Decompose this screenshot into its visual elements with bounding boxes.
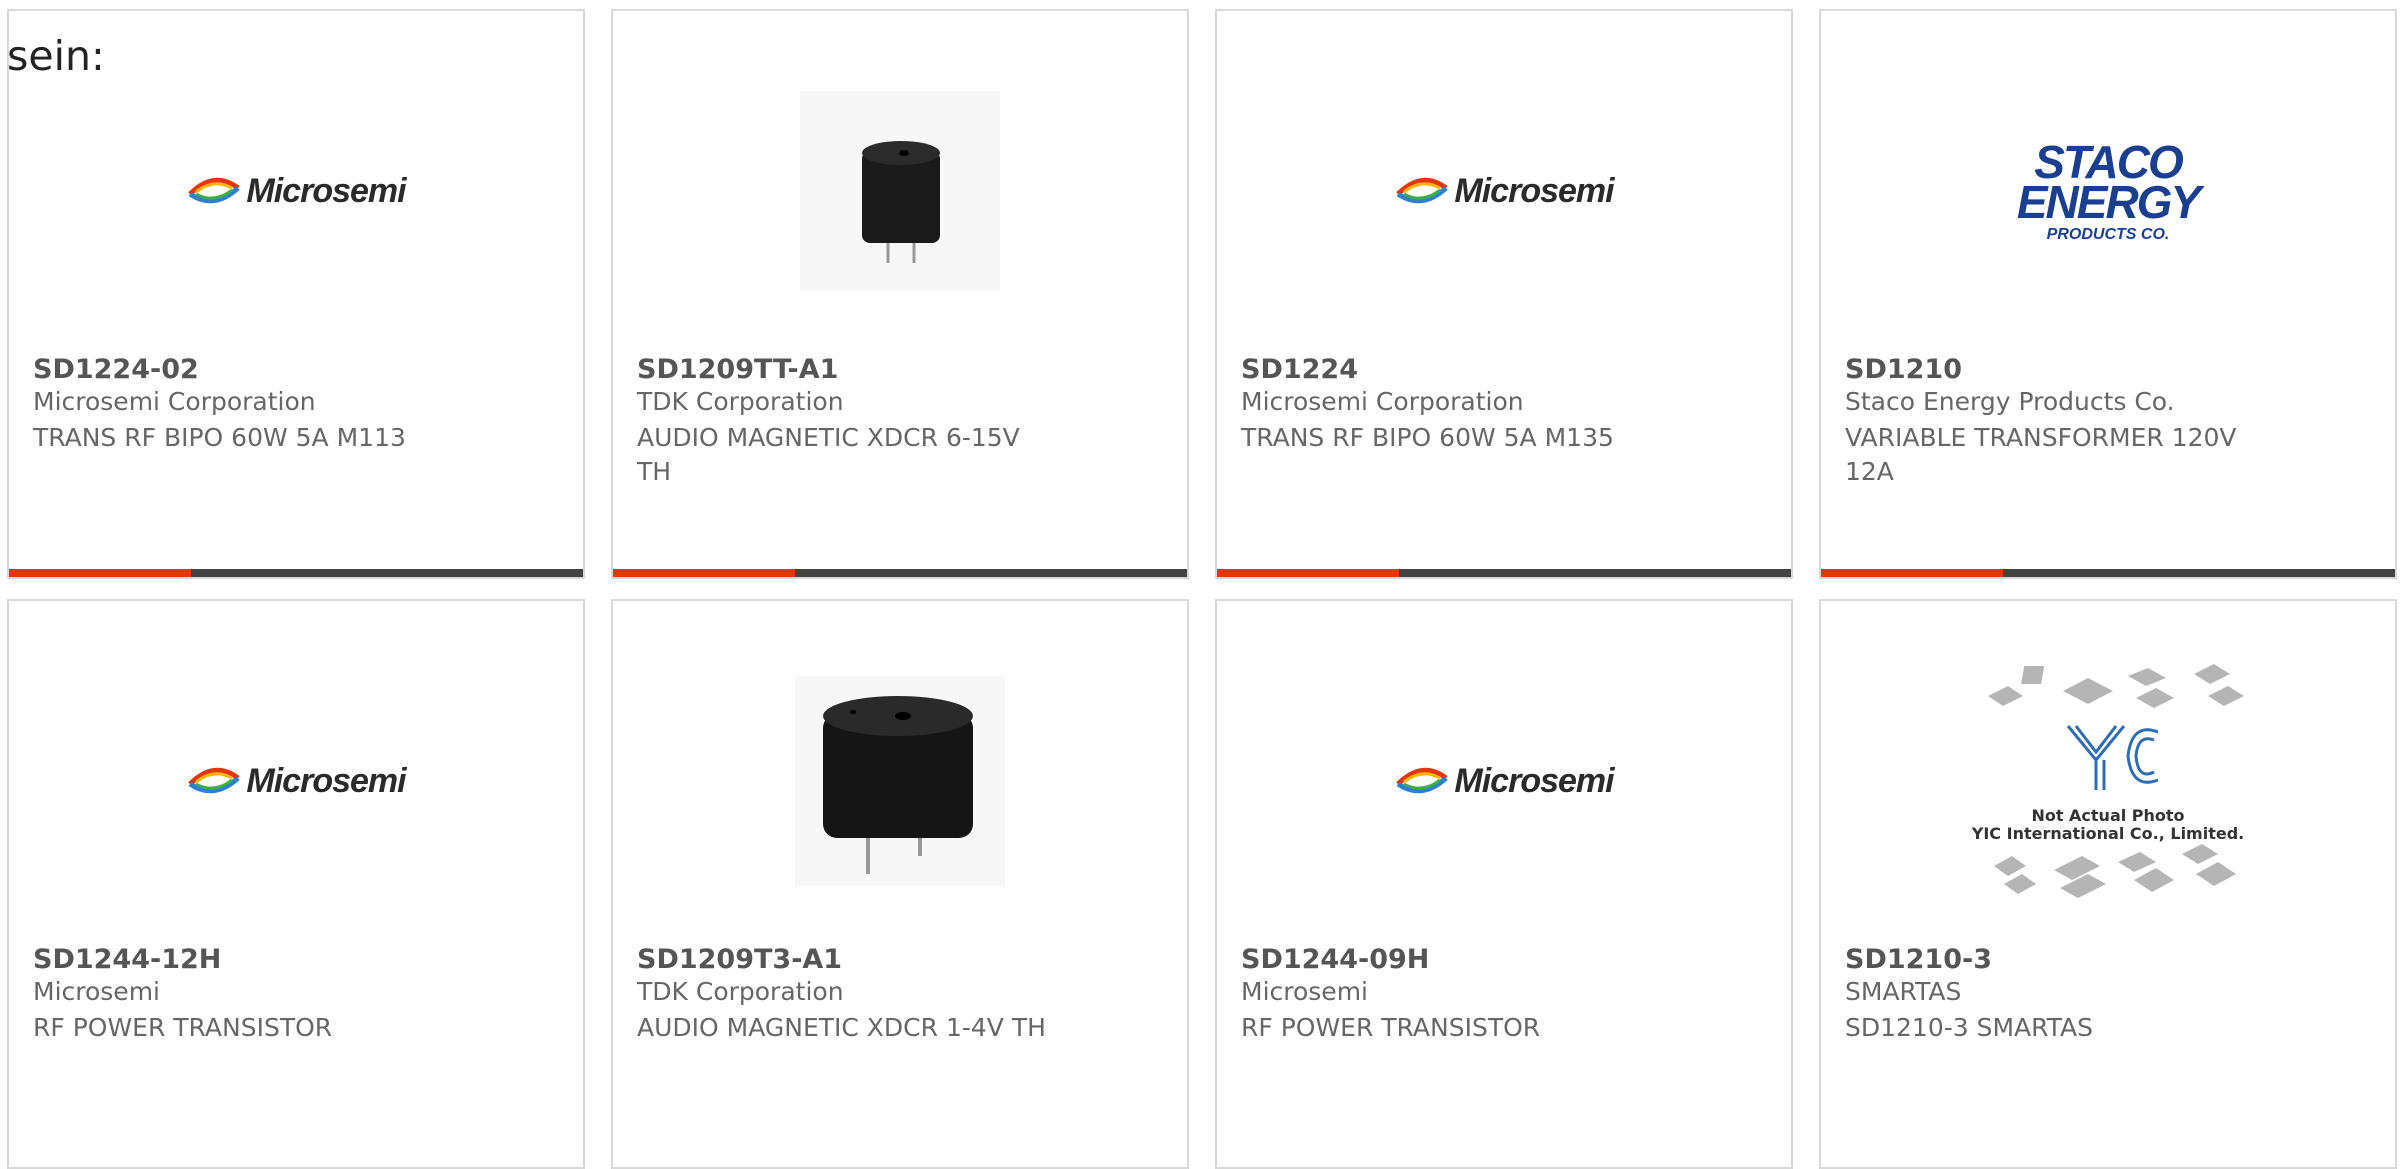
manufacturer: TDK Corporation — [637, 387, 844, 416]
description: VARIABLE TRANSFORMER 120V 12A — [1845, 423, 2237, 486]
chip-cluster-icon — [1988, 664, 2244, 898]
description: RF POWER TRANSISTOR — [33, 1013, 333, 1042]
microsemi-wordmark: Microsemi — [246, 171, 406, 210]
part-number[interactable]: SD1224-02 — [33, 354, 199, 385]
microsemi-wordmark: Microsemi — [246, 761, 406, 800]
product-card[interactable]: Microsemi SD1224 Microsemi Corporation T… — [1215, 9, 1793, 579]
microsemi-swirl-icon — [1396, 177, 1449, 204]
description: AUDIO MAGNETIC XDCR 6-15V TH — [637, 423, 1020, 486]
microsemi-wordmark: Microsemi — [1454, 761, 1614, 800]
manufacturer: SMARTAS — [1845, 977, 1962, 1006]
card-bar — [613, 569, 1187, 577]
buzzer-icon — [800, 91, 1000, 291]
manufacturer: Microsemi — [33, 977, 160, 1006]
buzzer-photo — [613, 71, 1187, 311]
microsemi-swirl-icon — [188, 177, 241, 204]
yic-caption-line2: YIC International Co., Limited. — [1971, 824, 2245, 843]
staco-line3: PRODUCTS CO. — [2046, 226, 2170, 243]
manufacturer: Microsemi Corporation — [33, 387, 316, 416]
microsemi-logo: Microsemi — [9, 661, 583, 901]
microsemi-logo: Microsemi — [1217, 661, 1791, 901]
part-number[interactable]: SD1210 — [1845, 354, 1962, 385]
card-bar — [9, 569, 583, 577]
product-card[interactable]: Not Actual Photo YIC International Co., … — [1819, 599, 2397, 1169]
yic-caption-line1: Not Actual Photo — [2031, 806, 2185, 825]
product-card[interactable]: SD1209TT-A1 TDK Corporation AUDIO MAGNET… — [611, 9, 1189, 579]
card-bar — [1217, 569, 1791, 577]
manufacturer: Staco Energy Products Co. — [1845, 387, 2175, 416]
product-card[interactable]: Microsemi SD1224-02 Microsemi Corporatio… — [7, 9, 585, 579]
product-card[interactable]: SD1209T3-A1 TDK Corporation AUDIO MAGNET… — [611, 599, 1189, 1169]
product-grid: Microsemi SD1224-02 Microsemi Corporatio… — [0, 0, 2400, 1169]
microsemi-wordmark: Microsemi — [1454, 171, 1614, 210]
microsemi-swirl-icon — [1396, 767, 1449, 794]
description: TRANS RF BIPO 60W 5A M135 — [1241, 423, 1614, 452]
part-number[interactable]: SD1224 — [1241, 354, 1358, 385]
manufacturer: Microsemi — [1241, 977, 1368, 1006]
part-number[interactable]: SD1244-12H — [33, 944, 221, 975]
product-card[interactable]: STACO ENERGY PRODUCTS CO. SD1210 Staco E… — [1819, 9, 2397, 579]
part-number[interactable]: SD1244-09H — [1241, 944, 1429, 975]
description: AUDIO MAGNETIC XDCR 1-4V TH — [637, 1013, 1046, 1042]
product-card[interactable]: Microsemi SD1244-09H Microsemi RF POWER … — [1215, 599, 1793, 1169]
microsemi-logo: Microsemi — [1217, 71, 1791, 311]
description: TRANS RF BIPO 60W 5A M113 — [33, 423, 406, 452]
microsemi-swirl-icon — [188, 767, 241, 794]
part-number[interactable]: SD1209TT-A1 — [637, 354, 838, 385]
yic-placeholder-image: Not Actual Photo YIC International Co., … — [1821, 661, 2395, 901]
staco-line2: ENERGY — [2016, 176, 2201, 228]
part-number[interactable]: SD1209T3-A1 — [637, 944, 842, 975]
product-card[interactable]: Microsemi SD1244-12H Microsemi RF POWER … — [7, 599, 585, 1169]
lead-text: sein: — [7, 32, 105, 80]
buzzer-photo — [613, 661, 1187, 901]
card-bar — [1821, 569, 2395, 577]
description: RF POWER TRANSISTOR — [1241, 1013, 1541, 1042]
manufacturer: TDK Corporation — [637, 977, 844, 1006]
buzzer-icon — [795, 676, 1005, 886]
manufacturer: Microsemi Corporation — [1241, 387, 1524, 416]
microsemi-logo: Microsemi — [9, 71, 583, 311]
part-number[interactable]: SD1210-3 — [1845, 944, 1992, 975]
description: SD1210-3 SMARTAS — [1845, 1013, 2094, 1042]
staco-logo: STACO ENERGY PRODUCTS CO. — [1821, 71, 2395, 311]
